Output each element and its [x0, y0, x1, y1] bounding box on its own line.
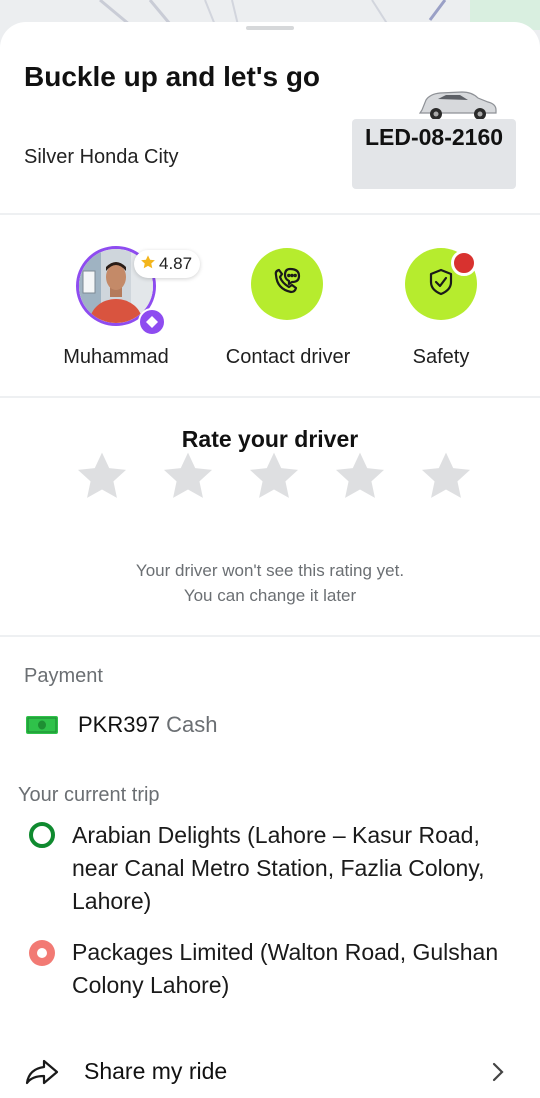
star-2-icon[interactable] — [160, 448, 216, 504]
divider — [0, 396, 540, 398]
share-ride-row[interactable]: Share my ride — [0, 1046, 540, 1098]
diamond-badge-icon — [138, 308, 166, 336]
payment-amount: PKR397 Cash — [78, 712, 217, 738]
shield-check-icon — [426, 267, 456, 302]
star-1-icon[interactable] — [74, 448, 130, 504]
share-arrow-icon — [24, 1058, 60, 1091]
driver-name[interactable]: Muhammad — [56, 346, 176, 369]
payment-price: PKR397 — [78, 712, 160, 737]
car-model: Silver Honda City — [24, 146, 179, 168]
trip-bottom-sheet: Buckle up and let's go Silver Honda City… — [0, 22, 540, 1098]
rating-hint-line2: You can change it later — [183, 586, 357, 605]
pickup-address: Arabian Delights (Lahore – Kasur Road, n… — [72, 822, 485, 914]
pickup-dot-icon — [29, 822, 55, 848]
dropoff-dot-icon — [29, 940, 55, 966]
drag-handle[interactable] — [246, 26, 294, 30]
safety-label[interactable]: Safety — [396, 346, 486, 369]
star-rating[interactable] — [74, 448, 474, 504]
payment-label: Payment — [24, 665, 103, 687]
rating-hint-line1: Your driver won't see this rating yet. — [135, 561, 405, 580]
license-plate: LED-08-2160 — [352, 119, 516, 189]
driver-rating-badge: 4.87 — [134, 250, 201, 278]
trip-status-title: Buckle up and let's go — [24, 61, 321, 92]
contact-driver-label[interactable]: Contact driver — [213, 346, 363, 369]
phone-chat-icon — [270, 265, 304, 304]
star-3-icon[interactable] — [246, 448, 302, 504]
dropoff-address: Packages Limited (Walton Road, Gulshan C… — [72, 939, 499, 998]
divider — [0, 213, 540, 215]
divider — [0, 635, 540, 637]
cash-icon — [26, 716, 58, 734]
current-trip-label: Your current trip — [18, 784, 160, 806]
chevron-right-icon — [490, 1060, 506, 1089]
star-5-icon[interactable] — [418, 448, 474, 504]
safety-alert-dot — [451, 250, 477, 276]
star-4-icon[interactable] — [332, 448, 388, 504]
driver-rating-value: 4.87 — [159, 254, 193, 273]
contact-driver-button[interactable] — [251, 248, 323, 320]
share-ride-label: Share my ride — [84, 1058, 228, 1084]
payment-method: Cash — [166, 712, 218, 737]
star-icon — [140, 254, 156, 275]
